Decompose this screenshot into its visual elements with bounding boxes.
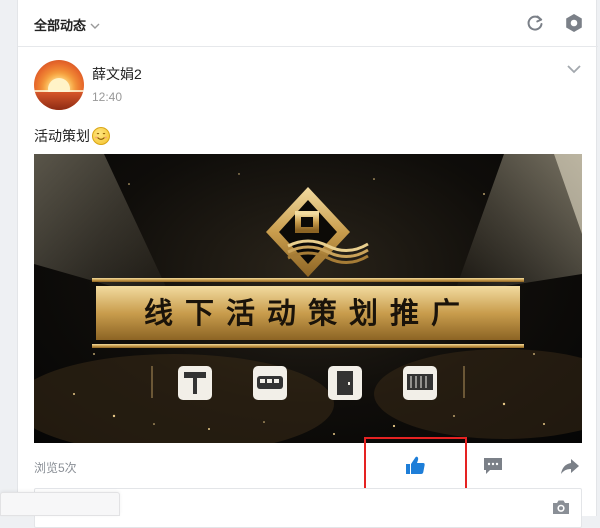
smiley-emoji-icon <box>92 127 110 145</box>
comment-icon <box>484 458 502 474</box>
post-text: 活动策划 <box>34 126 110 146</box>
feed-header: 全部动态 <box>18 0 598 47</box>
post-time: 12:40 <box>92 90 123 104</box>
post-image[interactable]: 线下活动策划推广 <box>34 154 582 443</box>
chevron-down-icon[interactable] <box>566 62 582 74</box>
refresh-icon[interactable] <box>524 12 546 34</box>
settings-icon[interactable] <box>563 12 585 34</box>
feed-panel: 全部动态 薛文娟2 12:40 活动策划 线下活动策划推广 浏览5次 <box>17 0 598 528</box>
post-author[interactable]: 薛文娟2 <box>92 64 142 84</box>
avatar[interactable] <box>34 60 84 110</box>
floating-bar[interactable] <box>0 492 120 516</box>
camera-icon[interactable] <box>551 498 571 516</box>
feed-filter-label: 全部动态 <box>34 18 87 33</box>
view-count: 浏览5次 <box>34 461 77 475</box>
post-text-label: 活动策划 <box>34 128 90 144</box>
share-arrow-icon <box>561 459 579 474</box>
like-highlight-box <box>364 437 467 491</box>
feed-filter-dropdown[interactable]: 全部动态 <box>34 15 100 34</box>
post-image-headline: 线下活动策划推广 <box>143 296 472 330</box>
chevron-down-icon <box>90 21 100 33</box>
share-button[interactable] <box>555 451 585 481</box>
comment-button[interactable] <box>478 451 508 481</box>
